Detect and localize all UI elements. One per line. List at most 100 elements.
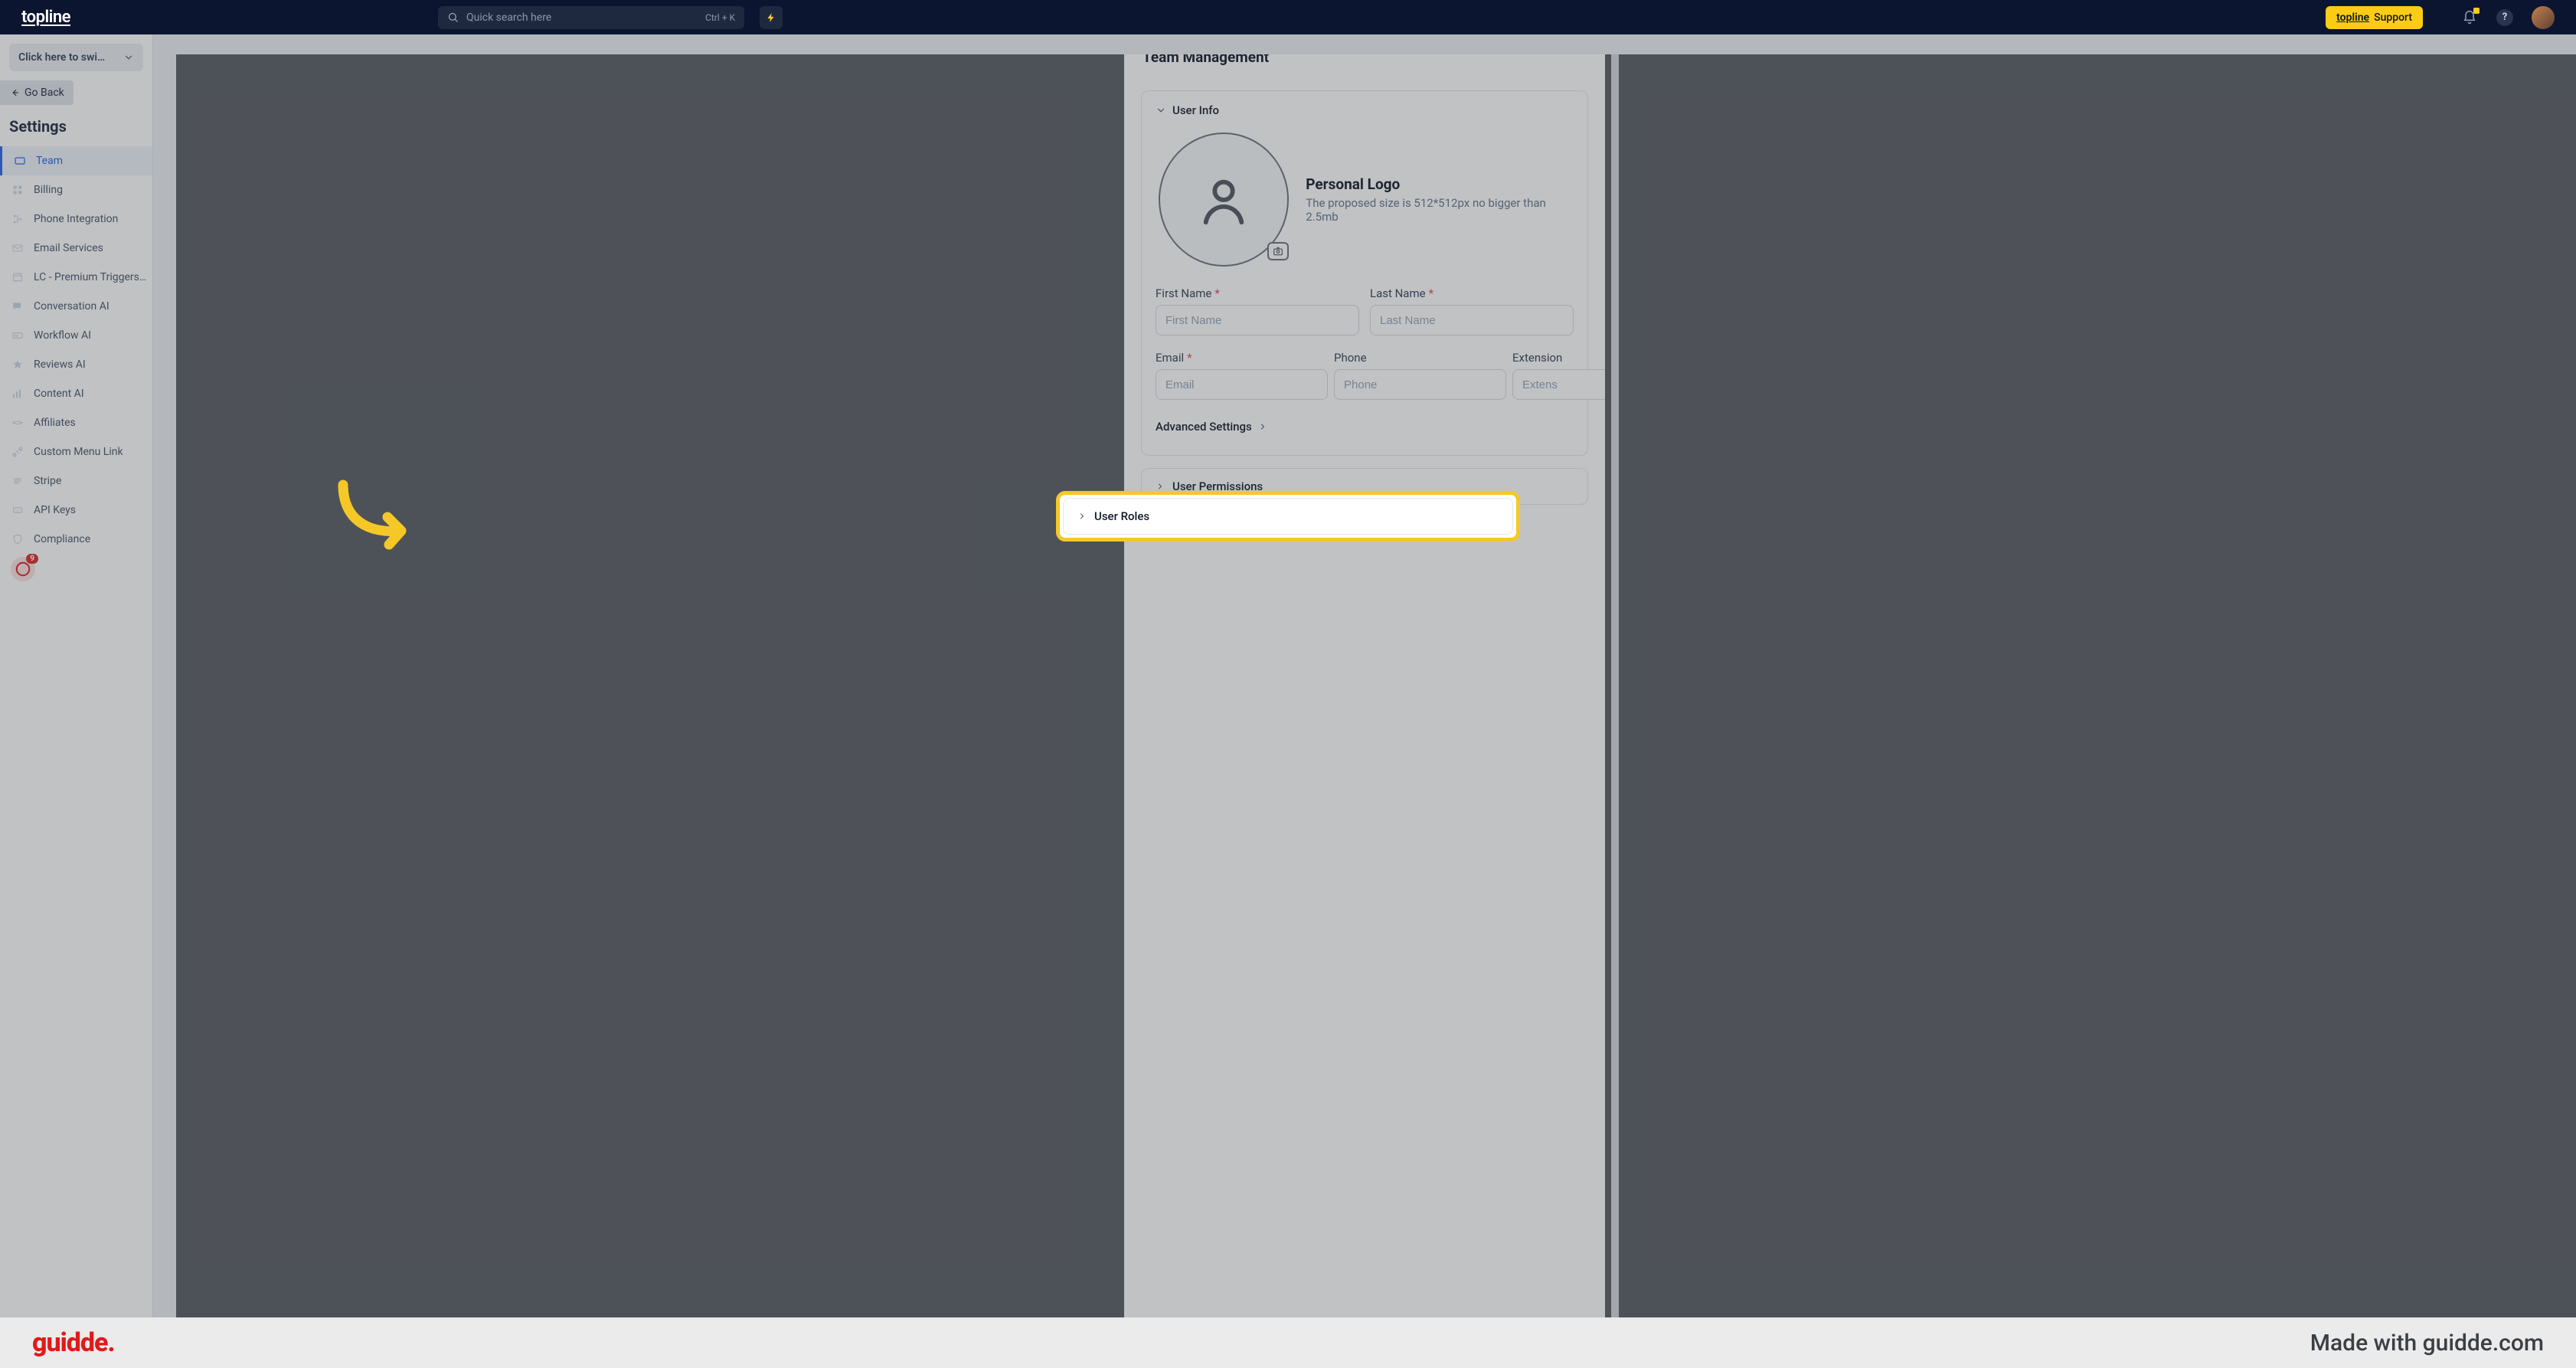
- guidde-tagline: Made with guidde.com: [2310, 1330, 2544, 1357]
- support-brand: topline: [2336, 11, 2369, 24]
- sidebar-item-conversation-ai[interactable]: Conversation AI: [0, 292, 152, 321]
- email-input[interactable]: [1156, 369, 1328, 400]
- sidebar-item-label: API Keys: [34, 504, 76, 516]
- sidebar-badge: 9: [26, 554, 38, 564]
- sidebar-item-workflow-ai[interactable]: AI Workflow AI: [0, 321, 152, 350]
- go-back-button[interactable]: Go Back: [0, 80, 74, 105]
- last-name-label: Last Name: [1370, 286, 1426, 300]
- svg-text:AI: AI: [15, 334, 18, 339]
- sidebar-heading: Settings: [0, 113, 152, 146]
- team-icon: [13, 154, 27, 168]
- phone-icon: [11, 212, 25, 226]
- search-placeholder: Quick search here: [466, 11, 698, 24]
- svg-text:12: 12: [15, 509, 19, 512]
- sidebar-item-compliance[interactable]: Compliance: [0, 525, 152, 554]
- last-name-input[interactable]: [1370, 305, 1574, 335]
- sidebar-profile[interactable]: 9: [0, 554, 152, 584]
- notification-dot-icon: [2473, 8, 2480, 14]
- sidebar-item-content-ai[interactable]: Content AI: [0, 379, 152, 408]
- arrow-left-icon: [9, 87, 20, 98]
- user-info-header[interactable]: User Info: [1156, 103, 1574, 117]
- sidebar-item-label: Team: [36, 155, 63, 167]
- user-icon: [1197, 173, 1250, 227]
- search-shortcut: Ctrl + K: [705, 12, 735, 23]
- sidebar-item-label: Conversation AI: [34, 300, 110, 313]
- account-switcher-label: Click here to swi…: [18, 51, 105, 64]
- first-name-label: First Name: [1156, 286, 1211, 300]
- user-info-card: User Info Personal Logo: [1141, 90, 1588, 456]
- store-icon: [11, 270, 25, 284]
- panel-title: Team Management: [1124, 54, 1605, 66]
- chevron-right-icon: [1077, 512, 1087, 521]
- chevron-right-icon: [1156, 482, 1165, 491]
- sidebar-item-label: Billing: [34, 184, 63, 196]
- search-icon: [447, 11, 459, 23]
- panel-scrollbar[interactable]: [1611, 54, 1619, 1317]
- first-name-input[interactable]: [1156, 305, 1359, 335]
- sidebar-item-label: Workflow AI: [34, 329, 91, 342]
- sidebar-item-affiliates[interactable]: Affiliates: [0, 408, 152, 437]
- account-switcher[interactable]: Click here to swi…: [9, 44, 143, 71]
- brand-logo: topline: [21, 8, 70, 27]
- required-icon: *: [1214, 286, 1219, 300]
- user-avatar[interactable]: [2532, 6, 2555, 29]
- sidebar-item-label: Content AI: [34, 388, 84, 400]
- link-icon: [11, 445, 25, 459]
- required-icon: *: [1429, 286, 1433, 300]
- sidebar-item-lc-triggers[interactable]: LC - Premium Triggers…: [0, 263, 152, 292]
- camera-icon: [1267, 242, 1289, 260]
- guidde-footer: guidde. Made with guidde.com: [0, 1317, 2576, 1368]
- global-search[interactable]: Quick search here Ctrl + K: [438, 6, 744, 29]
- user-info-label: User Info: [1172, 103, 1219, 117]
- sidebar-item-label: LC - Premium Triggers…: [34, 271, 146, 283]
- mail-icon: [11, 241, 25, 255]
- sidebar-item-billing[interactable]: Billing: [0, 175, 152, 205]
- affiliates-icon: [11, 416, 25, 430]
- sidebar-item-custom-menu-link[interactable]: Custom Menu Link: [0, 437, 152, 466]
- advanced-settings-toggle[interactable]: Advanced Settings: [1156, 420, 1574, 434]
- required-icon: *: [1187, 351, 1192, 365]
- notifications-button[interactable]: [2461, 9, 2478, 26]
- api-icon: 12: [11, 503, 25, 517]
- help-label: ?: [2502, 11, 2507, 23]
- chevron-down-icon: [123, 52, 134, 63]
- billing-icon: [11, 183, 25, 197]
- help-button[interactable]: ?: [2496, 9, 2513, 26]
- bolt-button[interactable]: [760, 6, 783, 29]
- sidebar-item-reviews-ai[interactable]: Reviews AI: [0, 350, 152, 379]
- sidebar-item-api-keys[interactable]: 12 API Keys: [0, 496, 152, 525]
- content-icon: [11, 387, 25, 401]
- support-label: Support: [2374, 11, 2412, 24]
- email-label: Email: [1156, 351, 1184, 365]
- highlighted-user-roles: User Roles: [1056, 491, 1520, 542]
- sidebar-item-email[interactable]: Email Services: [0, 234, 152, 263]
- stripe-icon: [11, 474, 25, 488]
- top-bar: topline Quick search here Ctrl + K topli…: [0, 0, 2576, 34]
- sidebar-item-team[interactable]: Team: [0, 146, 152, 175]
- guidde-logo: guidde.: [32, 1327, 115, 1358]
- logo-title: Personal Logo: [1306, 175, 1574, 193]
- phone-input[interactable]: [1334, 369, 1506, 400]
- settings-sidebar: Click here to swi… Go Back Settings Team…: [0, 34, 153, 1317]
- workflow-icon: AI: [11, 329, 25, 342]
- extension-input[interactable]: [1512, 369, 1605, 400]
- logo-uploader[interactable]: [1159, 133, 1289, 267]
- sidebar-item-label: Reviews AI: [34, 358, 86, 371]
- chevron-down-icon: [1156, 105, 1166, 116]
- sidebar-item-label: Phone Integration: [34, 213, 118, 225]
- sidebar-item-stripe[interactable]: Stripe: [0, 466, 152, 496]
- user-roles-label: User Roles: [1094, 509, 1149, 523]
- sidebar-item-phone[interactable]: Phone Integration: [0, 205, 152, 234]
- support-button[interactable]: topline Support: [2326, 6, 2423, 29]
- team-management-panel: Team Management User Info: [1124, 54, 1605, 1317]
- bolt-icon: [766, 12, 776, 23]
- sidebar-avatar-icon: 9: [11, 557, 35, 581]
- sidebar-item-label: Email Services: [34, 242, 103, 254]
- sidebar-item-label: Affiliates: [34, 417, 76, 429]
- sidebar-item-label: Custom Menu Link: [34, 446, 123, 458]
- star-icon: [11, 358, 25, 371]
- user-roles-row[interactable]: User Roles: [1063, 498, 1513, 535]
- phone-label: Phone: [1334, 351, 1367, 365]
- advanced-settings-label: Advanced Settings: [1156, 420, 1252, 434]
- sidebar-item-label: Stripe: [34, 475, 61, 487]
